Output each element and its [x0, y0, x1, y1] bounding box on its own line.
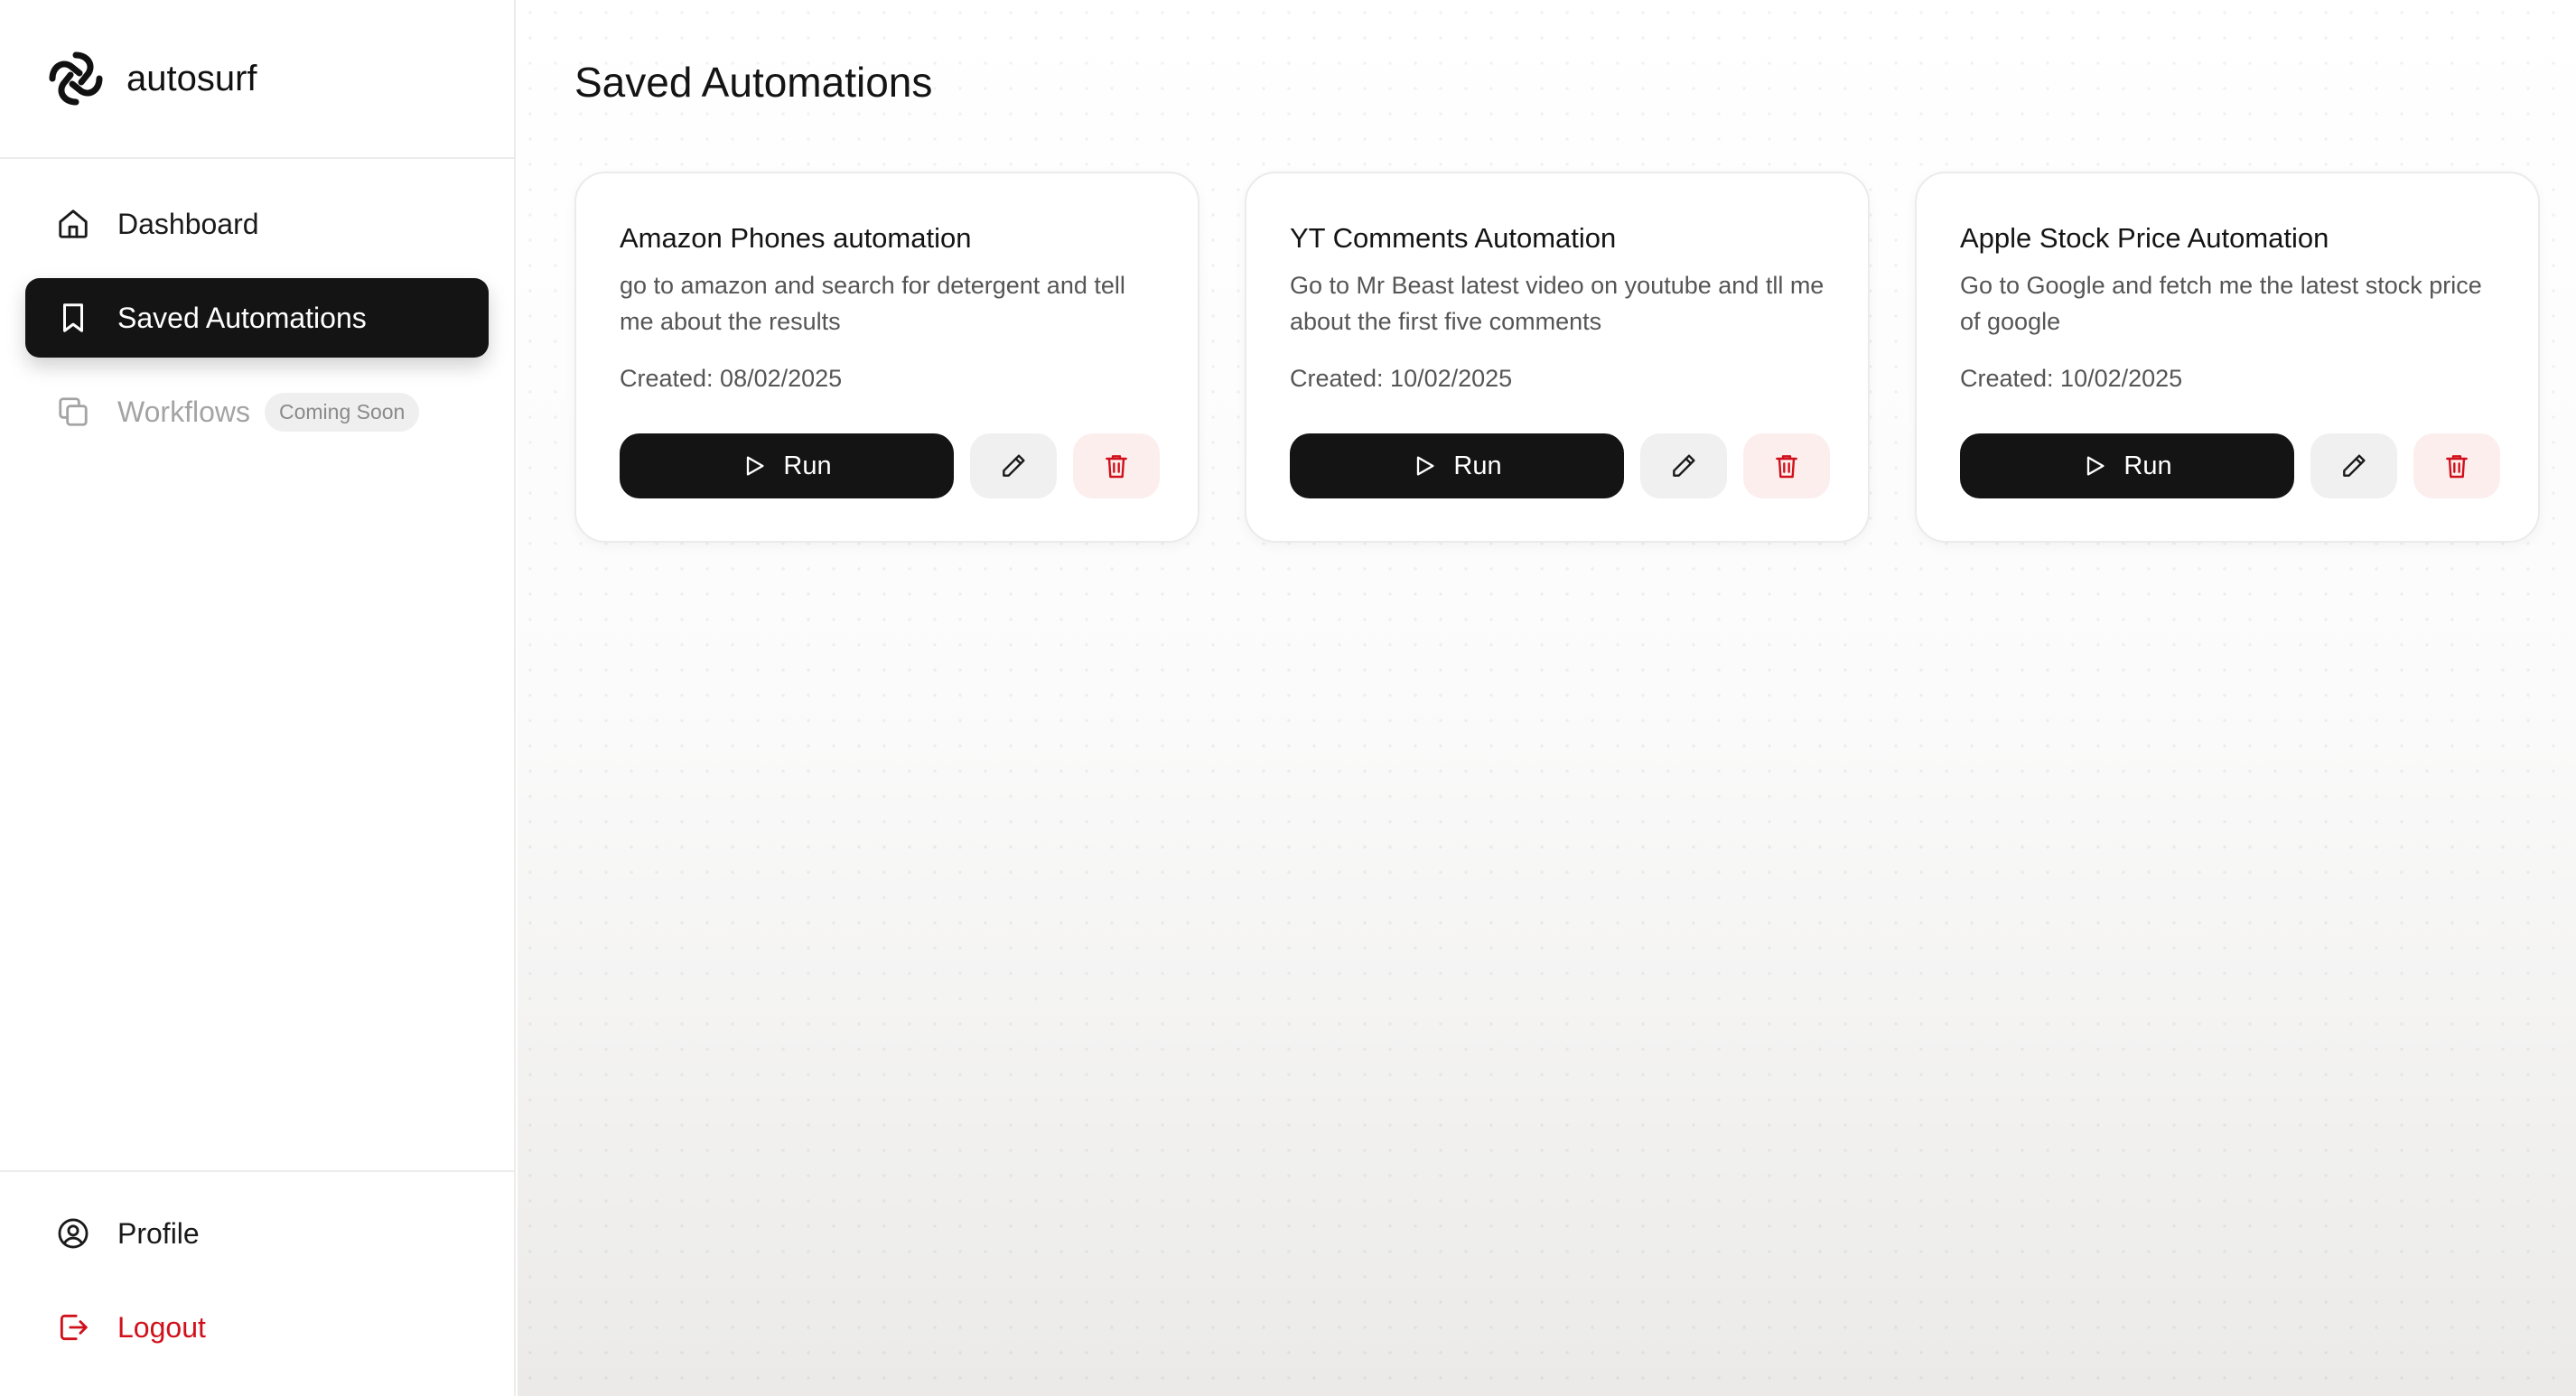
sidebar-bottom: Profile Logout — [0, 1170, 514, 1396]
card-created-date: Created: 10/02/2025 — [1290, 365, 1513, 392]
brand[interactable]: autosurf — [0, 0, 514, 159]
run-button-label: Run — [1453, 451, 1502, 480]
edit-button[interactable] — [970, 433, 1057, 498]
run-button-label: Run — [783, 451, 832, 480]
coming-soon-badge: Coming Soon — [264, 392, 420, 432]
sidebar-item-logout[interactable]: Logout — [25, 1288, 489, 1367]
card-actions: Run — [1290, 433, 1830, 498]
delete-button[interactable] — [1073, 433, 1160, 498]
card-title: YT Comments Automation — [1290, 222, 1617, 254]
pencil-icon — [1003, 454, 1025, 477]
sidebar-item-profile[interactable]: Profile — [25, 1194, 489, 1273]
card-title: Amazon Phones automation — [620, 222, 972, 254]
edit-button[interactable] — [1640, 433, 1727, 498]
run-button-label: Run — [2123, 451, 2172, 480]
pencil-icon — [2343, 454, 2366, 477]
trash-icon — [1776, 455, 1797, 479]
delete-button[interactable] — [2413, 433, 2500, 498]
sidebar: autosurf Dashboard Saved Automations Wor… — [0, 0, 516, 1396]
sidebar-item-label: Saved Automations — [117, 301, 367, 334]
card-description: Go to Google and fetch me the latest sto… — [1960, 272, 2482, 335]
run-button[interactable]: Run — [1290, 433, 1624, 498]
copy-icon — [56, 395, 90, 429]
play-icon — [1417, 456, 1434, 476]
sidebar-nav: Dashboard Saved Automations Workflows Co… — [0, 159, 514, 451]
play-icon — [747, 456, 764, 476]
card-title: Apple Stock Price Automation — [1960, 222, 2329, 254]
autosurf-logo-icon — [49, 51, 103, 106]
card-description: Go to Mr Beast latest video on youtube a… — [1290, 272, 1825, 335]
automation-card: Amazon Phones automation go to amazon an… — [574, 172, 1199, 543]
home-icon — [56, 207, 90, 241]
bookmark-icon — [56, 301, 90, 335]
sidebar-item-label: Dashboard — [117, 207, 259, 240]
sidebar-item-label: Logout — [117, 1310, 206, 1344]
automation-card: YT Comments Automation Go to Mr Beast la… — [1245, 172, 1870, 543]
sidebar-item-dashboard[interactable]: Dashboard — [25, 184, 489, 264]
sidebar-item-workflows: Workflows Coming Soon — [25, 372, 489, 451]
run-button[interactable]: Run — [620, 433, 954, 498]
brand-name: autosurf — [126, 58, 257, 98]
user-circle-icon — [56, 1216, 90, 1251]
automation-cards: Amazon Phones automation go to amazon an… — [574, 172, 2540, 543]
edit-button[interactable] — [2310, 433, 2397, 498]
card-created-date: Created: 10/02/2025 — [1960, 365, 2183, 392]
run-button[interactable]: Run — [1960, 433, 2294, 498]
card-description: go to amazon and search for detergent an… — [620, 272, 1125, 335]
card-actions: Run — [1960, 433, 2500, 498]
pencil-icon — [1673, 454, 1695, 477]
trash-icon — [2446, 455, 2468, 479]
main-content: Saved Automations Amazon Phones automati… — [518, 0, 2576, 1396]
sidebar-item-saved-automations[interactable]: Saved Automations — [25, 278, 489, 358]
logout-icon — [56, 1310, 90, 1345]
card-created-date: Created: 08/02/2025 — [620, 365, 843, 392]
automation-card: Apple Stock Price Automation Go to Googl… — [1915, 172, 2540, 543]
delete-button[interactable] — [1743, 433, 1830, 498]
page-title: Saved Automations — [574, 59, 933, 106]
play-icon — [2087, 456, 2105, 476]
trash-icon — [1106, 455, 1127, 479]
sidebar-item-label: Profile — [117, 1216, 200, 1250]
card-actions: Run — [620, 433, 1160, 498]
sidebar-item-label: Workflows — [117, 395, 250, 428]
